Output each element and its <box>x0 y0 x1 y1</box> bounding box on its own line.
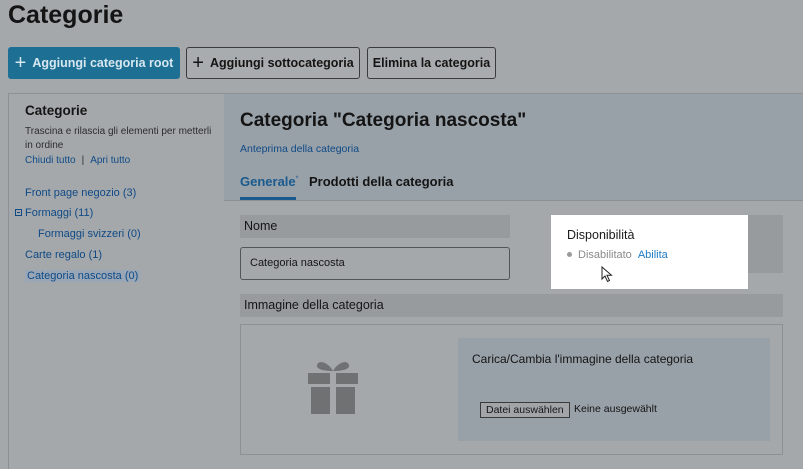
gift-icon <box>308 362 358 414</box>
expand-all-link[interactable]: Apri tutto <box>90 155 130 166</box>
tree-help-text: Trascina e rilascia gli elementi per met… <box>25 126 212 151</box>
plus-icon: + <box>192 52 204 74</box>
category-title: Categoria "Categoria nascosta" <box>240 110 527 131</box>
file-status-text: Keine ausgewählt <box>574 403 657 415</box>
add-root-category-button[interactable]: + Aggiungi categoria root <box>8 47 180 79</box>
plus-icon: + <box>14 52 27 74</box>
tree-item-formaggi[interactable]: Formaggi (11) <box>15 207 93 219</box>
add-root-category-label: Aggiungi categoria root <box>32 56 174 70</box>
delete-category-button[interactable]: Elimina la categoria <box>367 47 496 79</box>
active-tab-indicator <box>240 197 296 200</box>
tab-category-products[interactable]: Prodotti della categoria <box>309 174 453 189</box>
category-name-input[interactable]: Categoria nascosta <box>240 247 510 280</box>
upload-title: Carica/Cambia l'immagine della categoria <box>472 352 694 366</box>
image-section-label: Immagine della categoria <box>240 294 783 317</box>
availability-bar-edge <box>748 215 783 273</box>
tree-item-formaggi-svizzeri[interactable]: Formaggi svizzeri (0) <box>38 228 141 240</box>
tab-general[interactable]: Generale* <box>240 174 298 189</box>
availability-panel: Disponibilità Disabilitato Abilita <box>551 215 748 289</box>
tree-item-carte-regalo[interactable]: Carte regalo (1) <box>25 249 102 261</box>
category-preview-link[interactable]: Anteprima della categoria <box>240 143 359 155</box>
image-panel: Carica/Cambia l'immagine della categoria… <box>240 324 783 455</box>
collapse-toggle-icon[interactable] <box>15 209 22 216</box>
tree-panel-title: Categorie <box>25 103 88 118</box>
choose-file-button[interactable]: Datei auswählen <box>480 402 570 418</box>
category-tree-panel: Categorie Trascina e rilascia gli elemen… <box>8 93 224 469</box>
tree-item-front-page[interactable]: Front page negozio (3) <box>25 187 136 199</box>
enable-link[interactable]: Abilita <box>638 249 668 261</box>
category-header: Categoria "Categoria nascosta" Anteprima… <box>224 93 803 201</box>
availability-status-text: Disabilitato <box>578 249 632 261</box>
delete-category-label: Elimina la categoria <box>372 56 491 70</box>
mouse-cursor-icon <box>601 266 613 283</box>
tree-item-categoria-nascosta[interactable]: Categoria nascosta (0) <box>25 270 141 282</box>
link-separator: | <box>81 155 85 166</box>
tab-modified-marker: * <box>295 175 299 183</box>
collapse-all-link[interactable]: Chiudi tutto <box>25 155 76 166</box>
availability-status: Disabilitato Abilita <box>567 249 668 261</box>
page-title: Categorie <box>8 1 124 29</box>
tree-links: Chiudi tutto | Apri tutto <box>25 155 130 166</box>
add-subcategory-label: Aggiungi sottocategoria <box>209 56 354 70</box>
status-dot-icon <box>567 251 572 257</box>
add-subcategory-button[interactable]: + Aggiungi sottocategoria <box>186 47 360 79</box>
availability-title: Disponibilità <box>567 228 635 242</box>
image-upload-area: Carica/Cambia l'immagine della categoria… <box>458 338 770 441</box>
name-section-label: Nome <box>240 215 510 238</box>
